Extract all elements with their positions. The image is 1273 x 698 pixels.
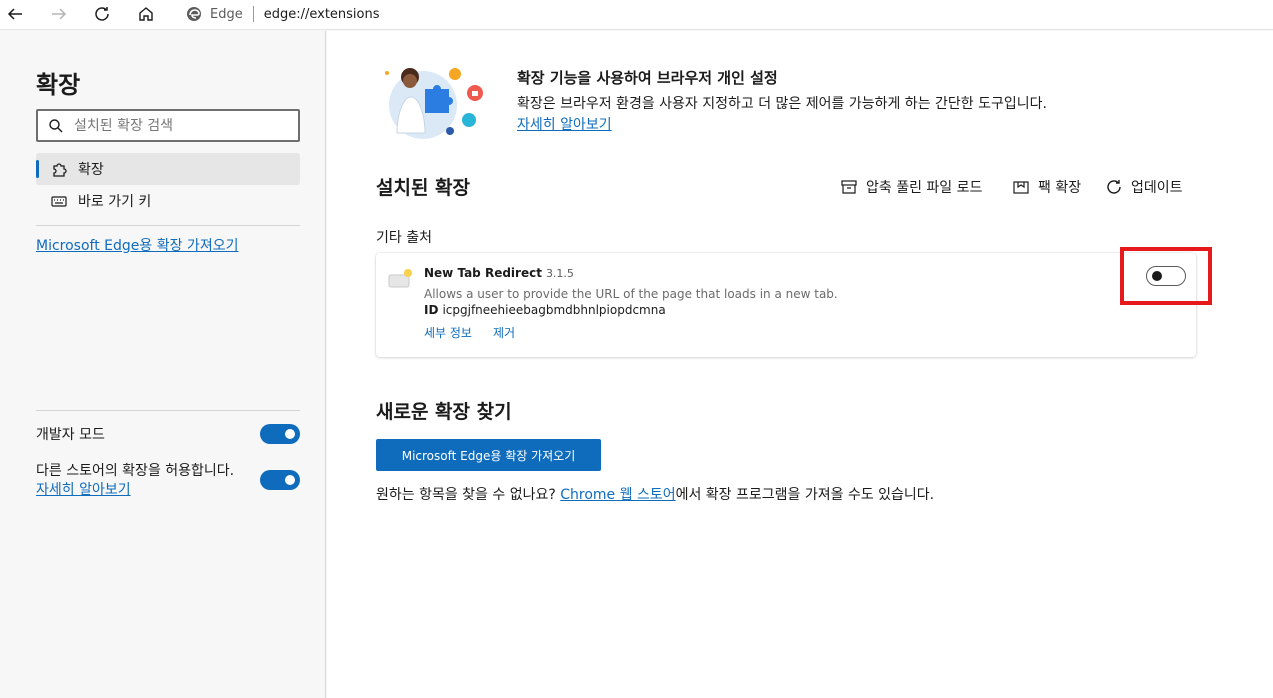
sidebar-title: 확장 <box>36 71 81 99</box>
refresh-button[interactable] <box>90 2 114 26</box>
address-separator <box>252 6 254 22</box>
find-extensions-title: 새로운 확장 찾기 <box>376 401 512 423</box>
search-box[interactable] <box>36 109 300 142</box>
details-link[interactable]: 세부 정보 <box>424 324 472 341</box>
url-text[interactable]: edge://extensions <box>264 7 380 22</box>
extension-description: Allows a user to provide the URL of the … <box>424 287 838 301</box>
active-indicator <box>36 160 39 178</box>
sidebar-divider <box>36 225 300 226</box>
pack-extension-button[interactable]: 팩 확장 <box>1012 177 1081 197</box>
extension-name: New Tab Redirect <box>424 266 542 280</box>
find-description-before: 원하는 항목을 찾을 수 없나요? <box>376 487 556 503</box>
find-description-after: 에서 확장 프로그램을 가져올 수도 있습니다. <box>675 487 935 503</box>
other-store-label: 다른 스토어의 확장을 허용합니다. <box>36 463 235 479</box>
get-extensions-link[interactable]: Microsoft Edge용 확장 가져오기 <box>36 235 238 255</box>
dev-mode-toggle[interactable] <box>260 424 300 444</box>
learn-more-link[interactable]: 자세히 알아보기 <box>36 479 131 499</box>
sidebar-item-shortcuts[interactable]: 바로 가기 키 <box>36 185 300 217</box>
extension-id: icpgjfneehieebagbmdbhnlpiopdcmna <box>442 303 666 317</box>
dev-mode-label: 개발자 모드 <box>36 427 105 443</box>
extension-id-label: ID <box>424 303 439 317</box>
find-description: 원하는 항목을 찾을 수 없나요? Chrome 웹 스토어에서 확장 프로그램… <box>376 484 934 504</box>
hero-description-text: 확장은 브라우저 환경을 사용자 지정하고 더 많은 제어를 가능하게 하는 간… <box>517 96 1047 112</box>
remove-link[interactable]: 제거 <box>493 324 515 341</box>
sidebar-item-label: 바로 가기 키 <box>78 194 152 210</box>
search-input[interactable] <box>74 117 274 134</box>
hero-title: 확장 기능을 사용하여 브라우저 개인 설정 <box>517 69 778 87</box>
sidebar-divider <box>36 410 300 411</box>
extensions-illustration <box>385 68 483 139</box>
source-section-label: 기타 출처 <box>376 230 432 246</box>
arrow-left-icon <box>7 8 22 20</box>
extension-version: 3.1.5 <box>545 267 574 280</box>
home-icon <box>139 7 153 21</box>
edge-logo-icon <box>187 7 201 21</box>
other-store-toggle[interactable] <box>260 470 300 490</box>
back-button[interactable] <box>3 2 27 26</box>
address-bar[interactable]: Edge edge://extensions <box>176 2 1266 26</box>
sidebar: 확장 확장 바로 가기 키 Microsoft Edge용 확장 가져오기 개발… <box>0 31 326 698</box>
sidebar-item-extensions[interactable]: 확장 <box>36 153 300 185</box>
chrome-web-store-link[interactable]: Chrome 웹 스토어 <box>560 487 675 503</box>
pack-extension-label: 팩 확장 <box>1038 180 1082 196</box>
forward-button[interactable] <box>47 2 71 26</box>
extension-card: New Tab Redirect 3.1.5 Allows a user to p… <box>376 253 1196 357</box>
home-button[interactable] <box>134 2 158 26</box>
package-icon <box>1013 181 1029 194</box>
get-extensions-button[interactable]: Microsoft Edge용 확장 가져오기 <box>376 439 601 471</box>
browser-toolbar: Edge edge://extensions <box>0 0 1273 30</box>
puzzle-icon <box>53 163 67 177</box>
highlight-box <box>1120 247 1212 305</box>
hero-learn-more-link[interactable]: 자세히 알아보기 <box>517 117 612 133</box>
main-content: 확장 기능을 사용하여 브라우저 개인 설정 확장은 브라우저 환경을 사용자 … <box>327 31 1273 698</box>
extension-icon <box>388 269 412 288</box>
hero-description: 확장은 브라우저 환경을 사용자 지정하고 더 많은 제어를 가능하게 하는 간… <box>517 94 1057 136</box>
extension-id-row: ID icpgjfneehieebagbmdbhnlpiopdcmna <box>424 303 666 317</box>
extension-name-row: New Tab Redirect 3.1.5 <box>424 266 574 280</box>
arrow-right-icon <box>52 8 67 20</box>
keyboard-icon <box>51 196 67 207</box>
load-unpacked-label: 압축 풀린 파일 로드 <box>866 180 983 196</box>
update-label: 업데이트 <box>1131 180 1183 196</box>
load-unpacked-button[interactable]: 압축 풀린 파일 로드 <box>840 177 982 197</box>
installed-extensions-title: 설치된 확장 <box>376 177 471 199</box>
archive-icon <box>841 180 857 194</box>
site-label: Edge <box>210 6 243 22</box>
update-button[interactable]: 업데이트 <box>1105 177 1183 197</box>
sidebar-item-label: 확장 <box>78 162 104 178</box>
refresh-icon <box>95 7 109 21</box>
refresh-icon <box>1107 180 1121 194</box>
search-icon <box>49 118 63 132</box>
